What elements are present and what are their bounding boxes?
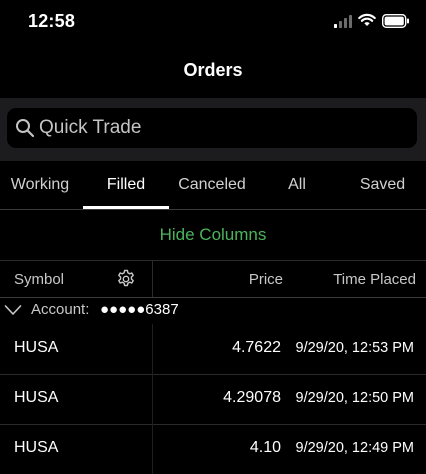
order-symbol: HUSA: [14, 389, 59, 406]
column-header-price[interactable]: Price: [249, 271, 283, 288]
tab-canceled[interactable]: Canceled: [169, 161, 255, 209]
order-symbol: HUSA: [14, 439, 59, 456]
navigation-bar: Orders: [0, 44, 426, 99]
orders-list: HUSA 4.7622 9/29/20, 12:53 PM HUSA 4.290…: [0, 324, 426, 474]
account-group-header[interactable]: Account: ●●●●●6387: [0, 298, 426, 323]
tab-all[interactable]: All: [255, 161, 339, 209]
tab-filled[interactable]: Filled: [83, 161, 169, 209]
column-headers: Symbol Price Time Placed: [0, 261, 426, 298]
order-price: 4.7622: [232, 339, 281, 356]
order-symbol: HUSA: [14, 339, 59, 356]
search-field[interactable]: [7, 108, 417, 148]
status-time: 12:58: [28, 11, 76, 31]
order-status-tabs: Working Filled Canceled All Saved: [0, 161, 426, 210]
table-row[interactable]: HUSA 4.10 9/29/20, 12:49 PM: [0, 424, 426, 474]
signal-icon: [334, 15, 352, 28]
order-time-placed: 9/29/20, 12:53 PM: [295, 340, 415, 356]
wifi-icon: [358, 13, 376, 26]
account-number: ●●●●●6387: [100, 301, 179, 318]
status-bar: 12:58: [0, 0, 426, 44]
gear-icon[interactable]: [116, 269, 136, 289]
column-header-symbol[interactable]: Symbol: [14, 271, 64, 288]
page-title: Orders: [183, 60, 243, 80]
order-price: 4.10: [249, 439, 281, 456]
search-input[interactable]: [39, 108, 399, 148]
column-divider: [152, 424, 153, 474]
hide-columns-button[interactable]: Hide Columns: [0, 210, 426, 261]
search-icon: [16, 119, 35, 138]
tab-working[interactable]: Working: [0, 161, 80, 209]
column-divider: [152, 324, 153, 374]
order-time-placed: 9/29/20, 12:49 PM: [295, 440, 415, 456]
active-tab-indicator: [83, 206, 169, 209]
tab-saved[interactable]: Saved: [339, 161, 426, 209]
order-price: 4.29078: [223, 389, 281, 406]
column-header-time-placed[interactable]: Time Placed: [333, 271, 416, 288]
column-divider: [152, 261, 153, 297]
account-label: Account:: [31, 301, 90, 318]
table-row[interactable]: HUSA 4.29078 9/29/20, 12:50 PM: [0, 374, 426, 425]
table-row[interactable]: HUSA 4.7622 9/29/20, 12:53 PM: [0, 324, 426, 375]
column-divider: [152, 374, 153, 424]
chevron-down-icon: [4, 305, 22, 315]
order-time-placed: 9/29/20, 12:50 PM: [295, 390, 415, 406]
battery-icon: [382, 14, 409, 28]
search-bar: [0, 98, 426, 161]
